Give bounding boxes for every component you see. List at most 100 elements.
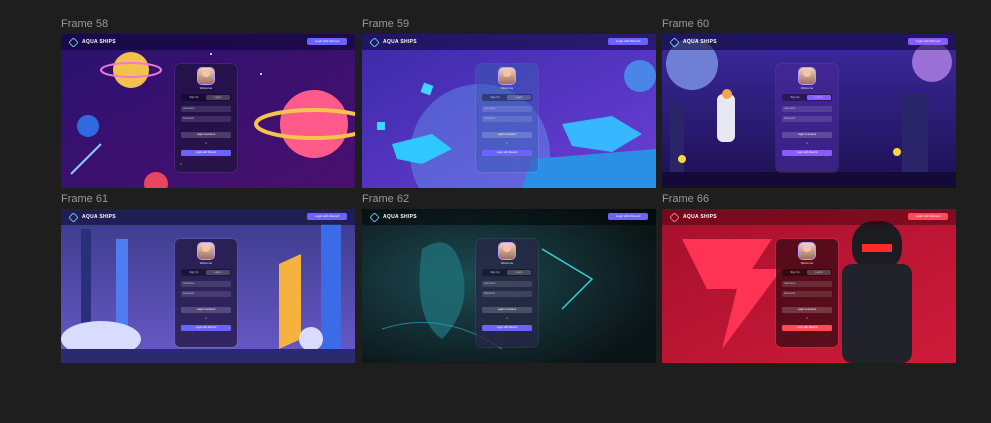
- or-divider: or: [204, 142, 208, 145]
- username-field[interactable]: Username: [482, 281, 532, 287]
- login-button[interactable]: Login to account: [782, 307, 832, 313]
- discord-button[interactable]: Login with Discord: [482, 325, 532, 331]
- auth-tabs: Sign Up Log In: [482, 94, 532, 101]
- top-bar: AQUA SHIPS Login with Discord: [662, 34, 956, 50]
- tab-log-in[interactable]: Log In: [507, 95, 531, 100]
- auth-tabs: Sign Up Log In: [181, 94, 231, 101]
- tab-log-in[interactable]: Log In: [507, 270, 531, 275]
- login-button[interactable]: Login to account: [482, 307, 532, 313]
- brand-name: AQUA SHIPS: [383, 39, 417, 45]
- discord-login-button[interactable]: Login with Discord: [908, 213, 948, 220]
- frame-label: Frame 60: [662, 18, 710, 30]
- password-field[interactable]: Password: [181, 116, 231, 122]
- frame-label: Frame 59: [362, 18, 410, 30]
- avatar: [799, 243, 815, 259]
- avatar: [499, 68, 515, 84]
- login-button[interactable]: Login to account: [181, 307, 231, 313]
- password-field[interactable]: Password: [482, 116, 532, 122]
- logo-icon: [669, 36, 680, 48]
- password-field[interactable]: Password: [181, 291, 231, 297]
- frame-label: Frame 58: [61, 18, 109, 30]
- frame-58[interactable]: AQUA SHIPS Login with Discord Welcome Si…: [61, 34, 355, 188]
- brand-name: AQUA SHIPS: [683, 39, 717, 45]
- discord-button[interactable]: Login with Discord: [181, 150, 231, 156]
- card-title: Welcome: [500, 261, 514, 265]
- top-bar: AQUA SHIPS Login with Discord: [362, 209, 656, 225]
- discord-button[interactable]: Login with Discord: [181, 325, 231, 331]
- tab-log-in[interactable]: Log In: [206, 270, 230, 275]
- login-button[interactable]: Login to account: [482, 132, 532, 138]
- login-button[interactable]: Login to account: [782, 132, 832, 138]
- frame-60[interactable]: AQUA SHIPS Login with Discord Welcome Si…: [662, 34, 956, 188]
- brand-logo[interactable]: AQUA SHIPS: [669, 36, 717, 48]
- login-card: Welcome Sign Up Log In Username Password …: [175, 239, 237, 347]
- brand-logo[interactable]: AQUA SHIPS: [369, 211, 417, 223]
- brand-name: AQUA SHIPS: [82, 39, 116, 45]
- username-field[interactable]: Username: [181, 106, 231, 112]
- frame-label: Frame 66: [662, 193, 710, 205]
- discord-login-button[interactable]: Login with Discord: [307, 38, 347, 45]
- brand-name: AQUA SHIPS: [82, 214, 116, 220]
- frame-62[interactable]: AQUA SHIPS Login with Discord Welcome Si…: [362, 209, 656, 363]
- top-bar: AQUA SHIPS Login with Discord: [362, 34, 656, 50]
- discord-login-button[interactable]: Login with Discord: [307, 213, 347, 220]
- frame-61[interactable]: AQUA SHIPS Login with Discord Welcome Si…: [61, 209, 355, 363]
- card-title: Welcome: [199, 86, 213, 90]
- username-field[interactable]: Username: [181, 281, 231, 287]
- brand-logo[interactable]: AQUA SHIPS: [669, 211, 717, 223]
- discord-login-button[interactable]: Login with Discord: [608, 213, 648, 220]
- logo-icon: [68, 211, 79, 223]
- tab-sign-up[interactable]: Sign Up: [783, 95, 807, 100]
- or-divider: or: [805, 142, 809, 145]
- username-field[interactable]: Username: [482, 106, 532, 112]
- logo-icon: [68, 36, 79, 48]
- brand-logo[interactable]: AQUA SHIPS: [68, 211, 116, 223]
- auth-tabs: Sign Up Log In: [181, 269, 231, 276]
- frame-59[interactable]: AQUA SHIPS Login with Discord Welcome Si…: [362, 34, 656, 188]
- auth-tabs: Sign Up Log In: [782, 269, 832, 276]
- brand-name: AQUA SHIPS: [383, 214, 417, 220]
- card-title: Welcome: [800, 86, 814, 90]
- login-card: Welcome Sign Up Log In Username Password …: [175, 64, 237, 172]
- tab-sign-up[interactable]: Sign Up: [483, 270, 507, 275]
- or-divider: or: [204, 317, 208, 320]
- login-card: Welcome Sign Up Log In Username Password …: [476, 239, 538, 347]
- tab-sign-up[interactable]: Sign Up: [182, 270, 206, 275]
- avatar: [799, 68, 815, 84]
- avatar: [198, 243, 214, 259]
- tab-sign-up[interactable]: Sign Up: [483, 95, 507, 100]
- username-field[interactable]: Username: [782, 106, 832, 112]
- top-bar: AQUA SHIPS Login with Discord: [61, 209, 355, 225]
- login-card: Welcome Sign Up Log In Username Password …: [776, 239, 838, 347]
- username-field[interactable]: Username: [782, 281, 832, 287]
- tab-log-in[interactable]: Log In: [206, 95, 230, 100]
- tab-sign-up[interactable]: Sign Up: [182, 95, 206, 100]
- tab-log-in[interactable]: Log In: [807, 270, 831, 275]
- top-bar: AQUA SHIPS Login with Discord: [662, 209, 956, 225]
- tab-sign-up[interactable]: Sign Up: [783, 270, 807, 275]
- avatar: [198, 68, 214, 84]
- password-field[interactable]: Password: [482, 291, 532, 297]
- discord-login-button[interactable]: Login with Discord: [608, 38, 648, 45]
- or-divider: or: [805, 317, 809, 320]
- auth-tabs: Sign Up Log In: [482, 269, 532, 276]
- discord-button[interactable]: Login with Discord: [482, 150, 532, 156]
- frame-66[interactable]: AQUA SHIPS Login with Discord Welcome Si…: [662, 209, 956, 363]
- auth-tabs: Sign Up Log In: [782, 94, 832, 101]
- password-field[interactable]: Password: [782, 116, 832, 122]
- login-card: Welcome Sign Up Log In Username Password …: [476, 64, 538, 172]
- frame-label: Frame 62: [362, 193, 410, 205]
- tab-log-in[interactable]: Log In: [807, 95, 831, 100]
- or-divider: or: [505, 142, 509, 145]
- password-field[interactable]: Password: [782, 291, 832, 297]
- login-card: Welcome Sign Up Log In Username Password …: [776, 64, 838, 172]
- top-bar: AQUA SHIPS Login with Discord: [61, 34, 355, 50]
- discord-button[interactable]: Login with Discord: [782, 150, 832, 156]
- discord-button[interactable]: Login with Discord: [782, 325, 832, 331]
- avatar: [499, 243, 515, 259]
- discord-login-button[interactable]: Login with Discord: [908, 38, 948, 45]
- or-divider: or: [505, 317, 509, 320]
- brand-logo[interactable]: AQUA SHIPS: [369, 36, 417, 48]
- login-button[interactable]: Login to account: [181, 132, 231, 138]
- brand-logo[interactable]: AQUA SHIPS: [68, 36, 116, 48]
